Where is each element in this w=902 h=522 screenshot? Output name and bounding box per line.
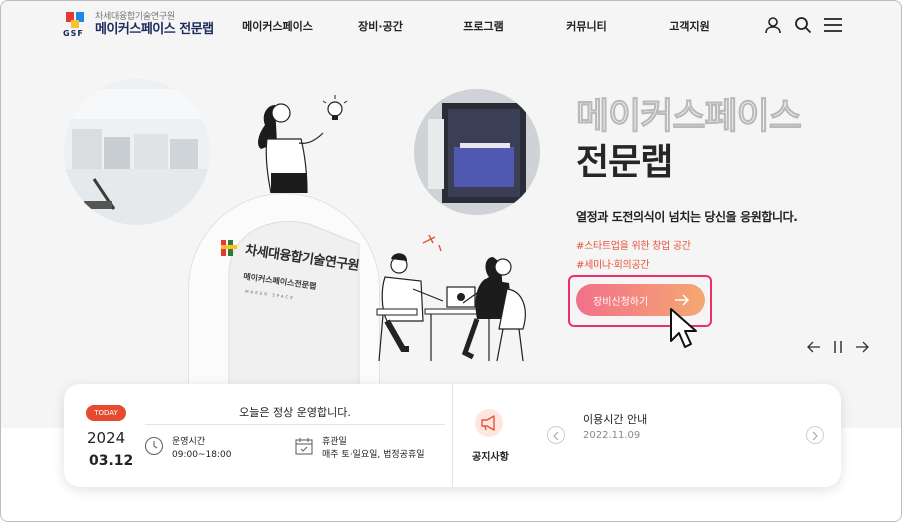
meeting-illustration: [373, 229, 533, 369]
clock-icon: [144, 436, 164, 462]
sign-logo-icon: [221, 240, 237, 256]
hours-value: 09:00~18:00: [172, 450, 232, 461]
hours-label: 운영시간: [172, 437, 206, 447]
closed-label: 휴관일: [322, 437, 347, 447]
nav-item-program[interactable]: 프로그램: [432, 18, 535, 34]
slider-controls: [807, 341, 869, 353]
nav-item-equipment-space[interactable]: 장비·공간: [329, 18, 432, 34]
logo-title: 메이커스페이스 전문랩: [95, 21, 214, 37]
calendar-icon: [294, 436, 314, 462]
operation-status: 오늘은 정상 운영합니다.: [239, 406, 351, 419]
notice-next-button[interactable]: [806, 426, 824, 444]
today-year: 2024: [87, 429, 126, 447]
notice-title[interactable]: 이용시간 안내: [583, 411, 647, 427]
hero-title-outline: 메이커스페이스: [576, 96, 803, 138]
nav-item-support[interactable]: 고객지원: [638, 18, 741, 34]
nav-item-community[interactable]: 커뮤니티: [535, 18, 638, 34]
chevron-left-icon: [552, 426, 560, 445]
status-divider: [145, 424, 445, 425]
site-logo[interactable]: GSF 차세대융합기술연구원 메이커스페이스 전문랩: [63, 10, 214, 40]
chevron-right-icon: [811, 426, 819, 445]
notice-date: 2022.11.09: [583, 430, 641, 441]
idea-woman-illustration: [237, 93, 357, 194]
page-frame: GSF 차세대융합기술연구원 메이커스페이스 전문랩 메이커스페이스 장비·공간…: [0, 0, 902, 522]
operating-hours: 운영시간 09:00~18:00: [144, 436, 231, 462]
menu-icon[interactable]: [823, 15, 843, 35]
main-nav: 메이커스페이스 장비·공간 프로그램 커뮤니티 고객지원: [226, 18, 741, 34]
hashtag-startup: #스타트업을 위한 창업 공간: [576, 241, 691, 252]
equipment-apply-label: 장비신청하기: [593, 296, 649, 308]
notice-label: 공지사항: [472, 452, 509, 463]
today-date: 03.12: [89, 453, 134, 469]
building-sign-arch: 차세대융합기술연구원 메이커스페이스전문랩 MAKER SPACE: [188, 193, 380, 393]
user-icon[interactable]: [763, 15, 783, 35]
hashtag-seminar: #세미나·회의공간: [576, 260, 650, 271]
slider-next-icon[interactable]: [855, 341, 869, 353]
slider-pause-icon[interactable]: [833, 341, 843, 353]
megaphone-icon: [475, 409, 503, 437]
hero-title: 전문랩: [576, 142, 673, 183]
nav-item-makerspace[interactable]: 메이커스페이스: [226, 18, 329, 34]
mouse-pointer-icon: [669, 307, 699, 353]
logo-letters: GSF: [63, 29, 84, 38]
3d-printer-photo: [414, 89, 540, 215]
info-card: TODAY 2024 03.12 오늘은 정상 운영합니다. 운영시간 09:0…: [64, 384, 841, 487]
closed-value: 매주 토·일요일, 법정공휴일: [322, 450, 425, 461]
header-utilities: [763, 15, 843, 35]
card-divider: [452, 384, 453, 487]
site-header: GSF 차세대융합기술연구원 메이커스페이스 전문랩 메이커스페이스 장비·공간…: [1, 1, 901, 51]
today-badge: TODAY: [86, 405, 126, 421]
hero-description: 열정과 도전의식이 넘치는 당신을 응원합니다.: [576, 210, 798, 224]
slider-prev-icon[interactable]: [807, 341, 821, 353]
search-icon[interactable]: [793, 15, 813, 35]
closed-days: 휴관일 매주 토·일요일, 법정공휴일: [294, 436, 425, 462]
notice-prev-button[interactable]: [547, 426, 565, 444]
logo-mark-icon: GSF: [63, 10, 89, 40]
